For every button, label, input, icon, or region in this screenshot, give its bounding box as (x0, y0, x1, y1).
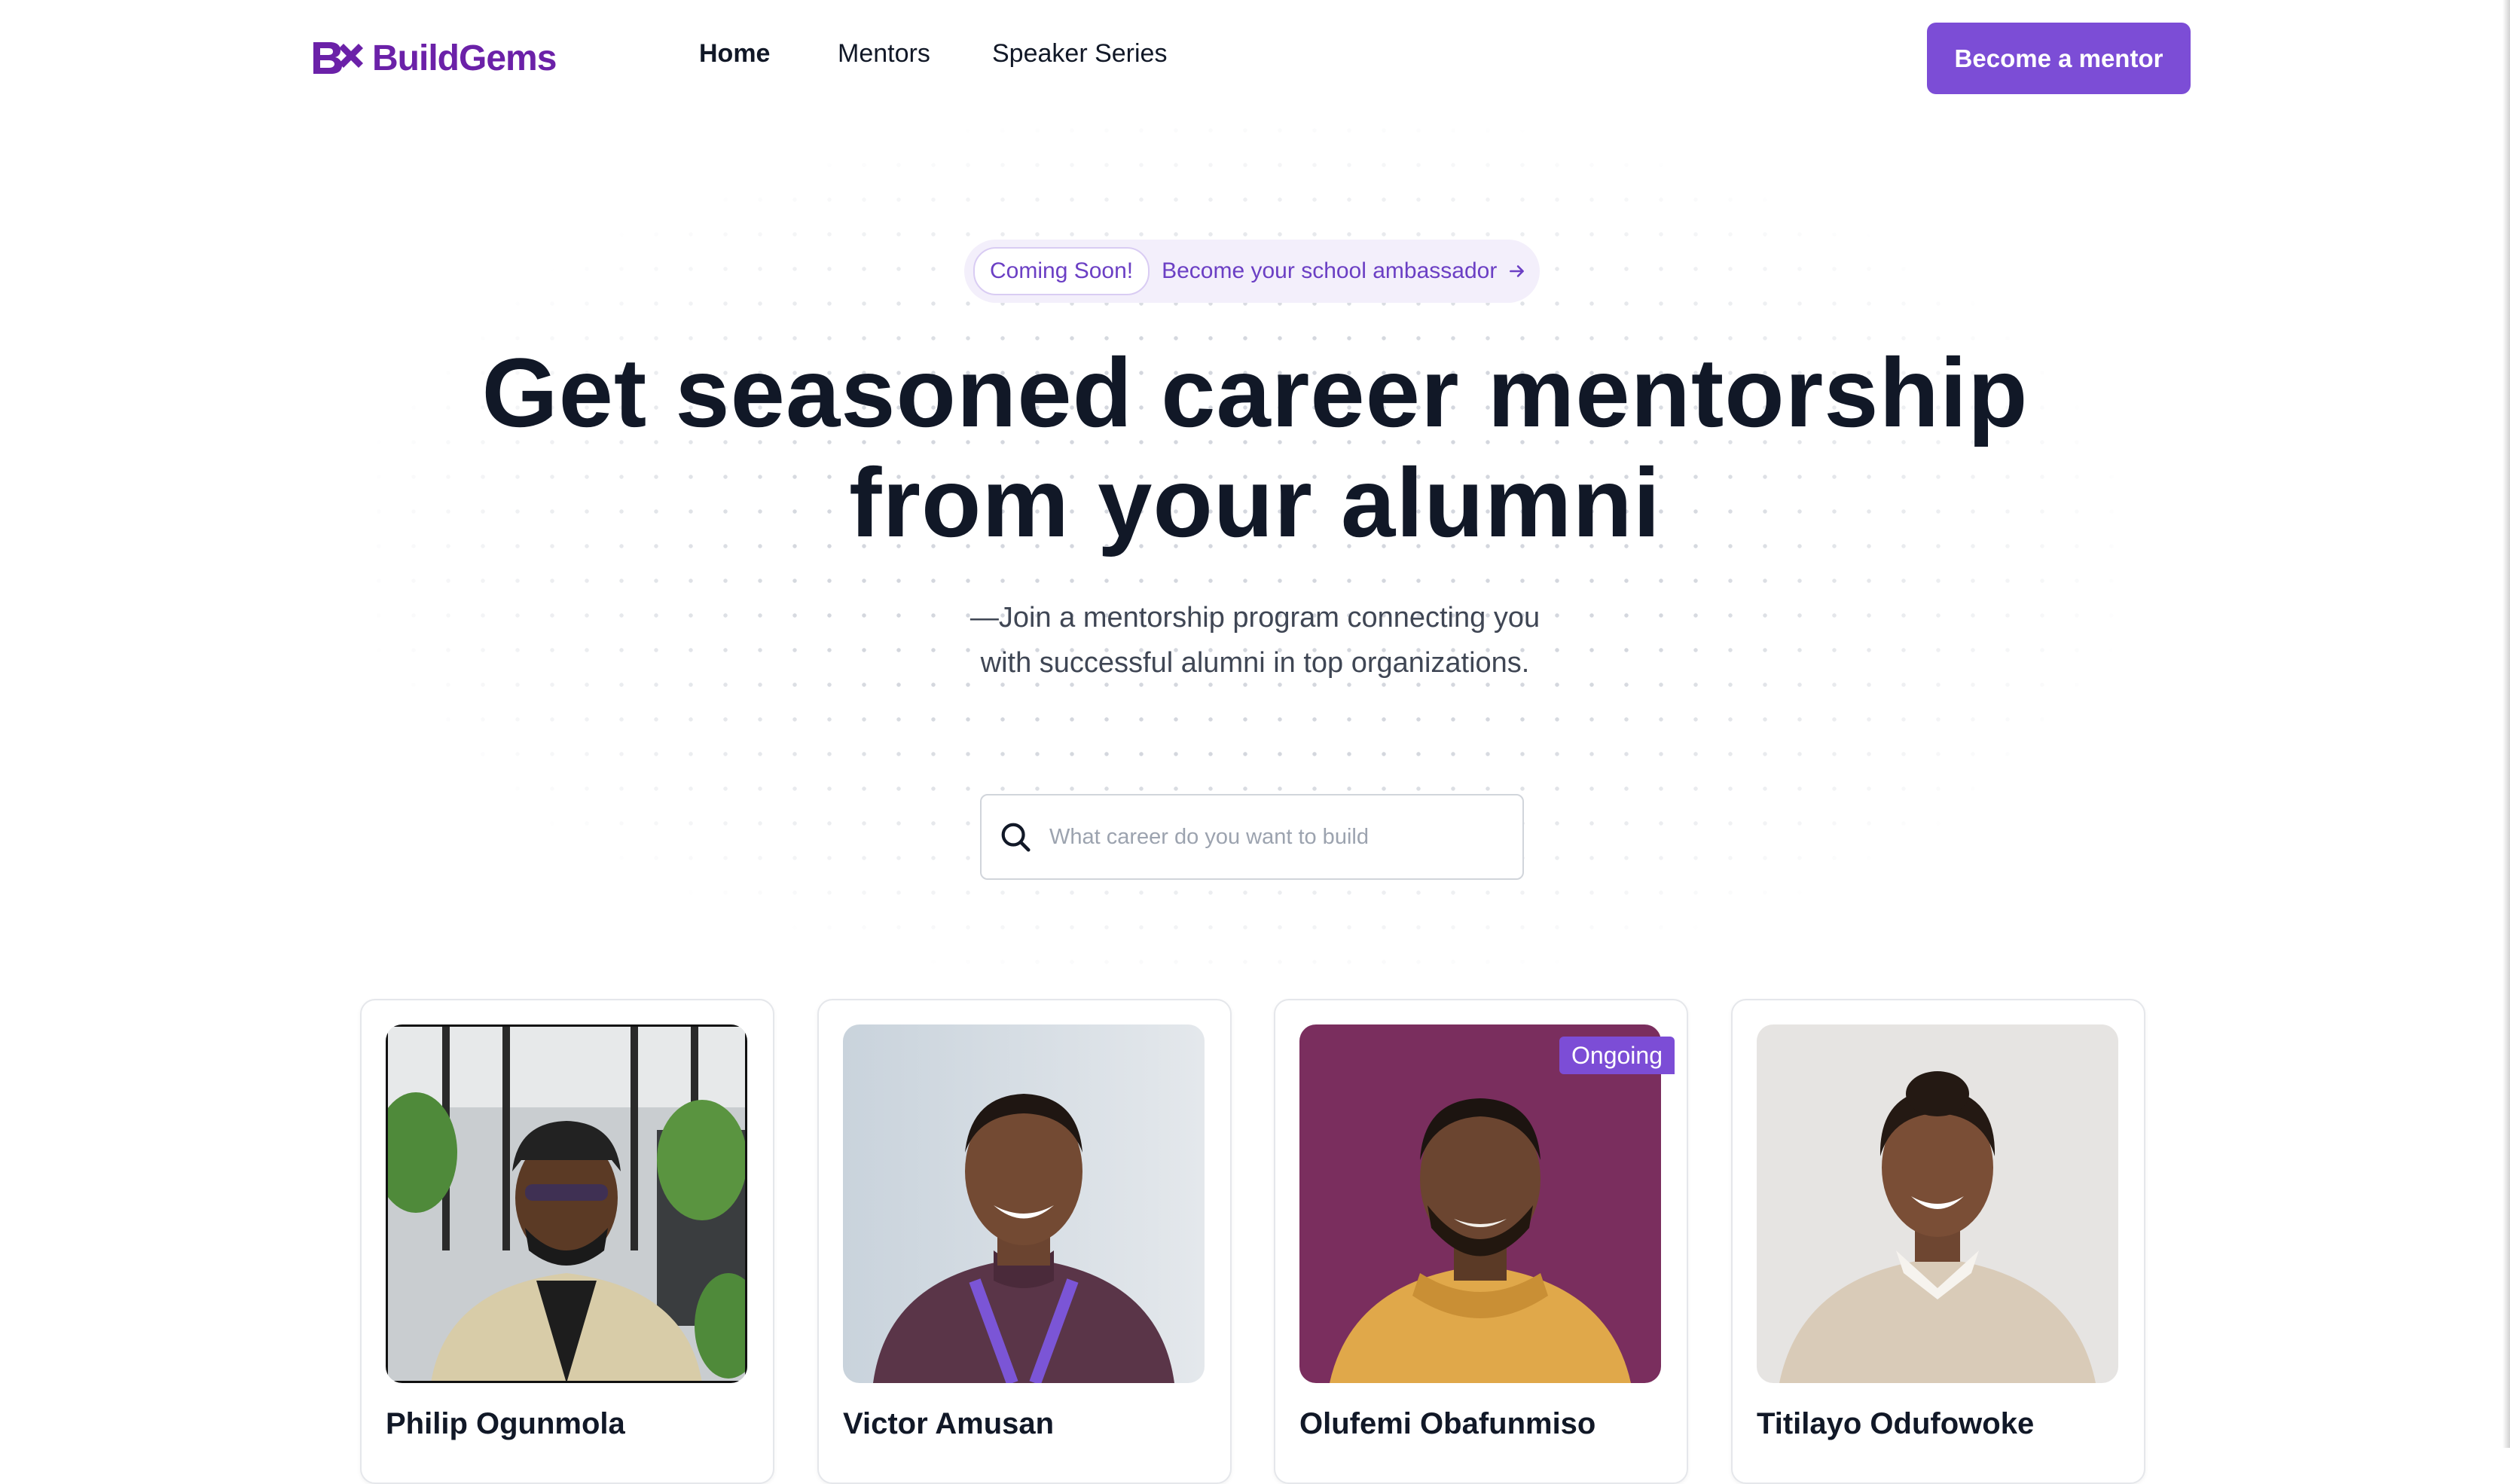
become-mentor-button[interactable]: Become a mentor (1927, 23, 2191, 94)
career-search-box[interactable] (980, 794, 1524, 880)
brand-logo[interactable]: BuildGems (310, 38, 557, 78)
career-search-input[interactable] (1048, 823, 1503, 850)
mentor-name: Victor Amusan (843, 1407, 1055, 1440)
window-edge-shadow (2502, 0, 2510, 1448)
hero-subtitle: —Join a mentorship program connecting yo… (0, 595, 2510, 686)
search-icon (1001, 823, 1031, 852)
mentor-name: Titilayo Odufowoke (1757, 1407, 2035, 1440)
hero-title: Get seasoned career mentorship from your… (0, 337, 2510, 557)
mentor-portrait-image (1757, 1024, 2118, 1383)
mentor-portrait-image (1299, 1024, 1661, 1383)
nav-link-mentors[interactable]: Mentors (838, 39, 930, 69)
mentor-name: Olufemi Obafunmiso (1299, 1407, 1596, 1440)
mentor-photo (386, 1024, 747, 1383)
ongoing-status-badge: Ongoing (1559, 1037, 1675, 1074)
hero-title-line-2: from your alumni (849, 447, 1661, 557)
brand-name: BuildGems (372, 38, 557, 78)
nav-link-speaker-series[interactable]: Speaker Series (992, 39, 1167, 69)
mentor-photo (1299, 1024, 1661, 1383)
mentor-card[interactable]: Victor Amusan (817, 999, 1232, 1484)
ambassador-link-text: Become your school ambassador (1162, 258, 1498, 283)
arrow-right-icon (1510, 265, 1525, 277)
mentor-name: Philip Ogunmola (386, 1407, 625, 1440)
mentor-portrait-image (386, 1024, 747, 1383)
coming-soon-pill: Coming Soon! (973, 247, 1150, 295)
mentor-card[interactable]: Ongoing Olufemi Obafunmiso (1274, 999, 1688, 1484)
hero-title-line-1: Get seasoned career mentorship (481, 337, 2029, 447)
mentor-photo (1757, 1024, 2118, 1383)
nav-link-home[interactable]: Home (699, 39, 770, 69)
mentor-photo (843, 1024, 1205, 1383)
hero-subtitle-line-2: with successful alumni in top organizati… (980, 647, 1530, 679)
announcement-badge[interactable]: Coming Soon! Become your school ambassad… (964, 240, 1540, 303)
hero-subtitle-line-1: —Join a mentorship program connecting yo… (969, 602, 1541, 634)
buildgems-logo-icon (313, 42, 363, 74)
mentor-portrait-image (843, 1024, 1205, 1383)
mentor-card[interactable]: Titilayo Odufowoke (1731, 999, 2145, 1484)
mentor-card[interactable]: Philip Ogunmola (360, 999, 774, 1484)
